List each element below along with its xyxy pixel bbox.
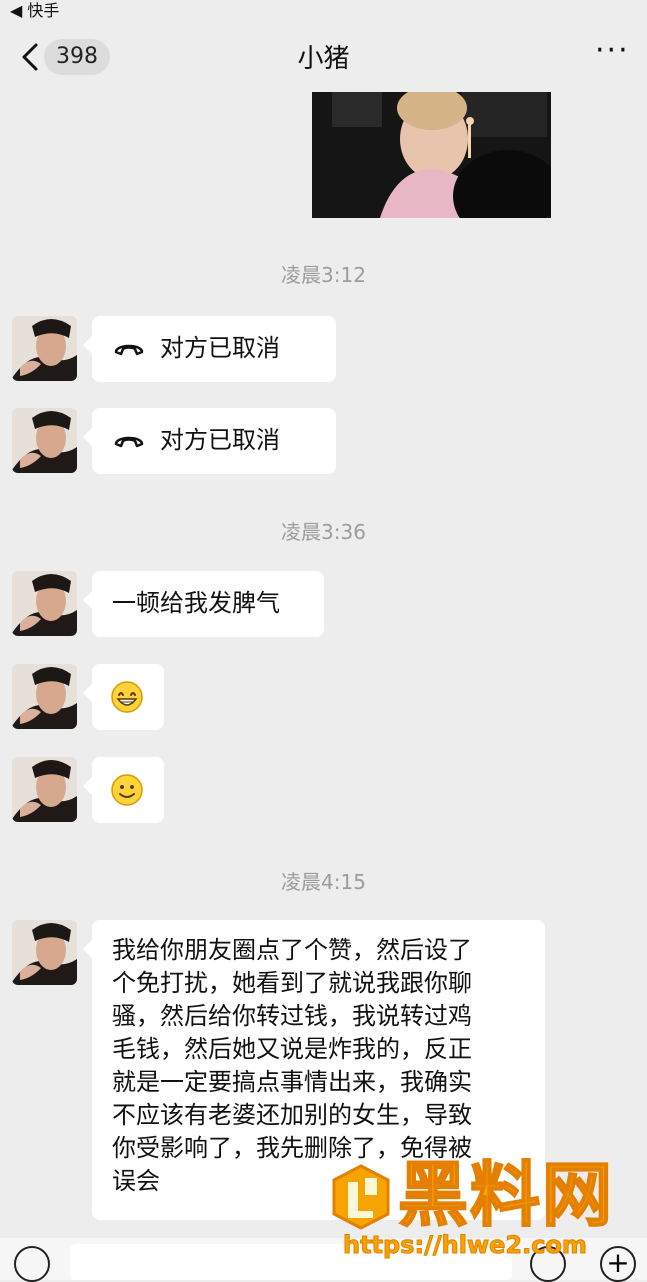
avatar[interactable]: [12, 757, 77, 822]
plus-icon[interactable]: +: [600, 1246, 636, 1282]
contact-avatar-image: [12, 316, 77, 381]
child-photo-image: [312, 92, 551, 218]
message-text: 一顿给我发脾气: [112, 589, 280, 617]
contact-avatar-image: [12, 408, 77, 473]
back-to-app-label[interactable]: ◀ 快手: [10, 0, 59, 21]
chat-header: 398 小猪 ···: [0, 20, 647, 94]
text-message-bubble-1[interactable]: 一顿给我发脾气: [83, 571, 324, 637]
avatar[interactable]: [12, 664, 77, 729]
phone-hangup-icon: [114, 436, 144, 448]
call-status-text: 对方已取消: [160, 334, 280, 362]
avatar[interactable]: [12, 571, 77, 636]
message-line: 我给你朋友圈点了个赞，然后设了: [112, 936, 472, 964]
message-row-call-2: 对方已取消: [12, 408, 612, 474]
watermark-logo-icon: [332, 1164, 390, 1230]
call-cancelled-bubble-2[interactable]: 对方已取消: [83, 408, 336, 474]
avatar[interactable]: [12, 316, 77, 381]
timestamp-3: 凌晨4:15: [281, 870, 366, 894]
watermark-url: https://hlwe2.com: [343, 1231, 588, 1260]
emoji-message-bubble-1[interactable]: [83, 664, 164, 730]
status-bar: ◀ 快手: [0, 0, 647, 20]
message-line: 毛钱，然后她又说是炸我的，反正: [112, 1035, 472, 1063]
call-status-text: 对方已取消: [160, 426, 280, 454]
contact-avatar-image: [12, 571, 77, 636]
photo-message[interactable]: [312, 92, 551, 218]
timestamp-2: 凌晨3:36: [281, 520, 366, 544]
more-icon[interactable]: ···: [595, 36, 629, 74]
message-row-emoji-1: [12, 664, 612, 730]
smiling-emoji-icon: [111, 774, 143, 806]
message-row-emoji-2: [12, 757, 612, 823]
voice-icon[interactable]: [14, 1246, 50, 1282]
timestamp-1: 凌晨3:12: [281, 263, 366, 287]
avatar[interactable]: [12, 408, 77, 473]
contact-avatar-image: [12, 757, 77, 822]
message-line: 个免打扰，她看到了就说我跟你聊: [112, 969, 472, 997]
message-row-call-1: 对方已取消: [12, 316, 612, 382]
message-row-text-1: 一顿给我发脾气: [12, 571, 612, 637]
chat-title: 小猪: [297, 44, 350, 74]
phone-hangup-icon: [114, 344, 144, 356]
watermark-title: 黑料网: [397, 1154, 614, 1236]
message-line: 不应该有老婆还加别的女生，导致: [112, 1101, 472, 1129]
emoji-message-bubble-2[interactable]: [83, 757, 164, 823]
message-line: 就是一定要搞点事情出来，我确实: [112, 1068, 472, 1096]
call-cancelled-bubble-1[interactable]: 对方已取消: [83, 316, 336, 382]
avatar[interactable]: [12, 920, 77, 985]
grinning-emoji-icon: [111, 681, 143, 713]
contact-avatar-image: [12, 664, 77, 729]
contact-avatar-image: [12, 920, 77, 985]
message-line: 骚，然后给你转过钱，我说转过鸡: [112, 1002, 472, 1030]
